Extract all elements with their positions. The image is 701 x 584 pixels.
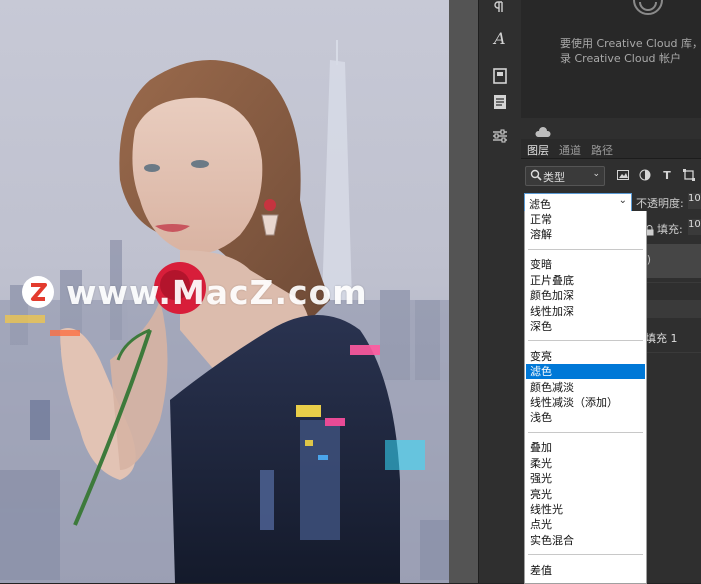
blend-mode-option[interactable]: 变亮 <box>526 349 645 364</box>
blend-mode-select[interactable]: 滤色 ⌄ <box>524 193 632 213</box>
cc-message-line2: 录 Creative Cloud 帐户 <box>560 52 682 65</box>
blend-mode-option[interactable]: 颜色加深 <box>526 288 645 303</box>
blend-mode-separator <box>528 554 643 556</box>
svg-text:A: A <box>492 29 506 47</box>
glyphs-icon[interactable]: A <box>490 28 510 48</box>
blend-mode-option[interactable]: 滤色 <box>526 364 645 380</box>
paragraph-icon[interactable] <box>490 0 510 14</box>
blend-mode-option[interactable]: 实色混合 <box>526 533 645 548</box>
blend-mode-option[interactable]: 变暗 <box>526 257 645 272</box>
blend-mode-option[interactable]: 柔光 <box>526 456 645 471</box>
watermark: www.MacZ.com <box>22 272 368 312</box>
document-canvas[interactable]: www.MacZ.com <box>0 0 478 583</box>
blend-mode-option[interactable]: 点光 <box>526 517 645 532</box>
blend-mode-option[interactable]: 浅色 <box>526 410 645 425</box>
shape-filter-icon[interactable] <box>682 168 696 182</box>
blend-mode-separator <box>528 248 643 250</box>
layer-row-divider <box>645 352 701 353</box>
blend-mode-option[interactable]: 颜色减淡 <box>526 380 645 395</box>
fill-field[interactable]: 100% <box>688 219 701 235</box>
adjustment-filter-icon[interactable] <box>638 168 652 182</box>
chevron-down-icon: ⌄ <box>592 169 600 179</box>
blend-mode-value: 滤色 <box>529 198 551 211</box>
creative-cloud-icon <box>628 0 668 20</box>
watermark-text: www.MacZ.com <box>66 272 368 312</box>
fill-label: 填充: <box>657 223 683 236</box>
blend-mode-option[interactable]: 深色 <box>526 319 645 334</box>
blend-mode-option[interactable]: 正片叠底 <box>526 273 645 288</box>
blend-mode-option[interactable]: 亮光 <box>526 487 645 502</box>
layer-row-selected[interactable]: /) <box>641 244 701 278</box>
collapsed-panel-strip: A <box>478 0 522 583</box>
opacity-label: 不透明度: <box>636 197 684 210</box>
cloud-sync-icon <box>535 123 551 137</box>
tab-paths[interactable]: 路径 <box>591 142 613 158</box>
layer-filter-kind-select[interactable]: 类型 ⌄ <box>525 166 605 186</box>
layers-tabs: 图层 通道 路径 <box>521 139 701 159</box>
library-icon[interactable] <box>490 66 510 86</box>
creative-cloud-message: 要使用 Creative Cloud 库，您 录 Creative Cloud … <box>560 36 701 66</box>
blend-mode-separator <box>528 431 643 433</box>
tab-layers[interactable]: 图层 <box>527 142 549 158</box>
blend-mode-option[interactable]: 正常 <box>526 212 645 227</box>
blend-mode-option[interactable]: 线性光 <box>526 502 645 517</box>
notes-icon[interactable] <box>490 92 510 112</box>
blend-mode-dropdown[interactable]: 正常 溶解变暗 正片叠底 颜色加深 线性加深 深色变亮 滤色 颜色减淡 线性减淡（添加） 浅色叠加… <box>524 211 647 584</box>
blend-mode-option[interactable]: 强光 <box>526 471 645 486</box>
chevron-down-icon: ⌄ <box>618 195 627 206</box>
cc-message-line1: 要使用 Creative Cloud 库，您 <box>560 37 701 50</box>
blend-mode-option[interactable]: 叠加 <box>526 440 645 455</box>
blend-mode-option[interactable]: 线性加深 <box>526 304 645 319</box>
blend-mode-separator <box>528 340 643 342</box>
search-icon <box>530 169 542 184</box>
blend-mode-option[interactable]: 溶解 <box>526 227 645 242</box>
adjustments-sliders-icon[interactable] <box>490 126 510 146</box>
opacity-field[interactable]: 100% <box>688 193 701 209</box>
type-filter-icon[interactable]: T <box>660 168 674 182</box>
layer-name[interactable]: 填充 1 <box>645 330 678 346</box>
layer-separator <box>645 282 701 283</box>
image-filter-icon[interactable] <box>616 168 630 182</box>
canvas-gutter <box>449 0 478 583</box>
layer-thumbnail <box>645 300 701 318</box>
macz-logo-icon <box>22 276 54 308</box>
tab-channels[interactable]: 通道 <box>559 142 581 158</box>
filter-kind-label: 类型 <box>543 171 565 184</box>
blend-mode-option[interactable]: 差值 <box>526 563 645 578</box>
blend-mode-option[interactable]: 线性减淡（添加） <box>526 395 645 410</box>
